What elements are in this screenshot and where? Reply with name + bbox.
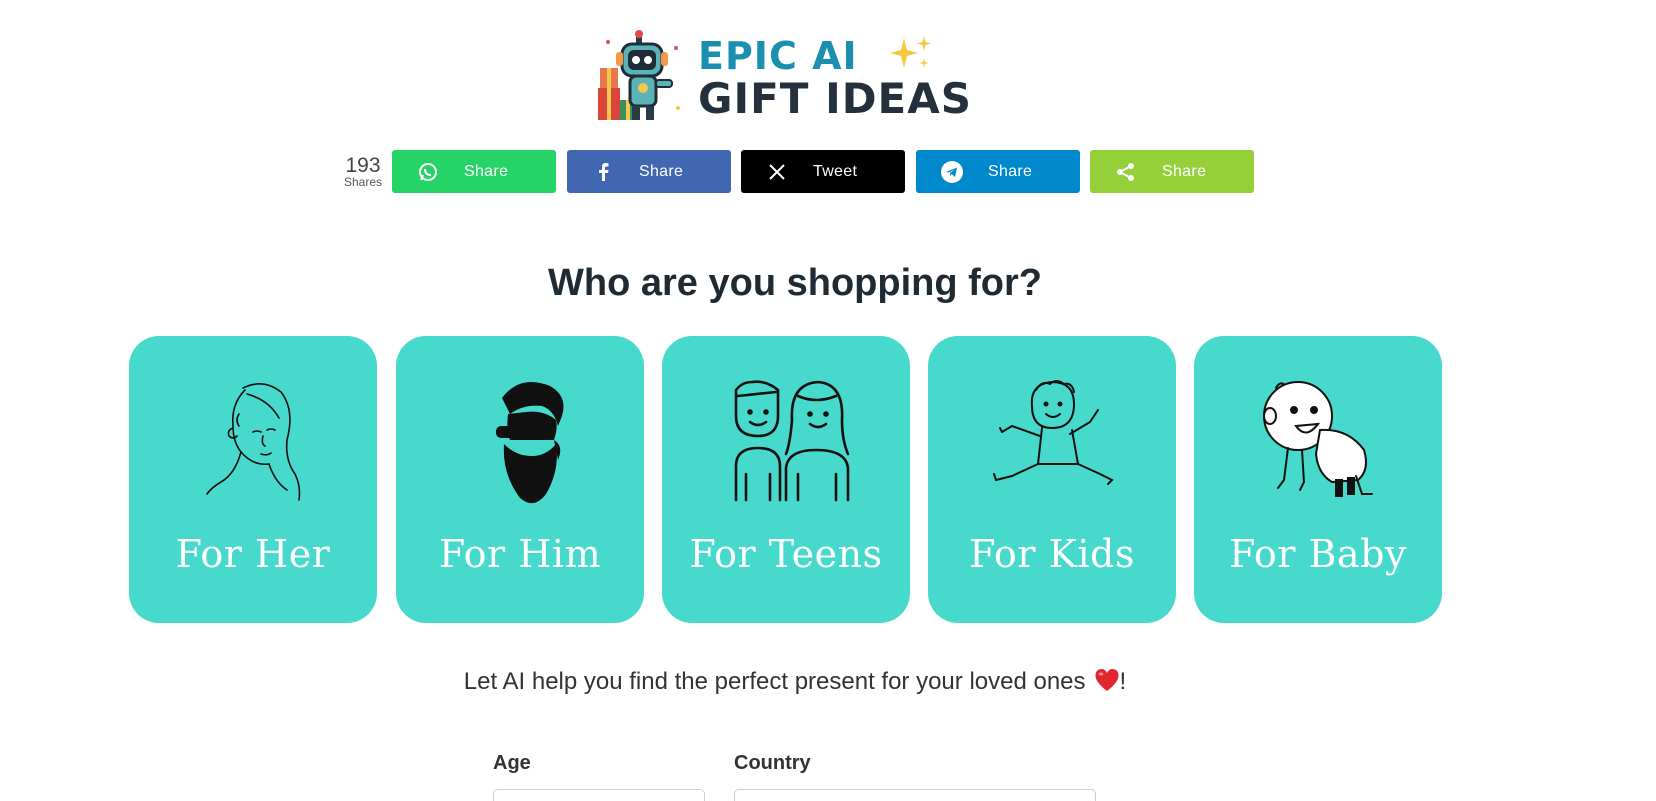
age-input[interactable] <box>493 789 705 801</box>
category-card-for-her[interactable]: For Her <box>129 336 377 623</box>
sharethis-share-label: Share <box>1162 162 1207 180</box>
tagline-text: Let AI help you find the perfect present… <box>463 668 1086 695</box>
country-label: Country <box>734 752 811 774</box>
teens-pair-icon <box>734 380 850 502</box>
bearded-man-sunglasses-icon <box>496 382 564 504</box>
robot-mascot-icon <box>598 30 680 120</box>
share-counter: 193 Shares <box>338 154 388 189</box>
category-label-for-him: For Him <box>438 532 602 576</box>
category-card-for-kids[interactable]: For Kids <box>928 336 1176 623</box>
category-card-for-baby[interactable]: For Baby <box>1194 336 1442 623</box>
age-label: Age <box>493 752 531 774</box>
sparkle-icon <box>890 36 931 68</box>
page-heading: Who are you shopping for? <box>548 262 1042 304</box>
country-select[interactable] <box>734 789 1096 801</box>
facebook-share-button[interactable]: Share <box>567 150 731 193</box>
crawling-baby-icon <box>1263 381 1373 497</box>
share-icon <box>1090 162 1162 182</box>
whatsapp-icon <box>392 162 464 182</box>
telegram-share-label: Share <box>988 162 1033 180</box>
x-tweet-button[interactable]: Tweet <box>741 150 905 193</box>
jumping-kid-icon <box>993 380 1114 485</box>
category-label-for-baby: For Baby <box>1229 532 1407 576</box>
category-label-for-teens: For Teens <box>689 532 883 576</box>
facebook-share-label: Share <box>639 162 684 180</box>
telegram-share-button[interactable]: Share <box>916 150 1080 193</box>
logo-text-line1: EPIC AI <box>698 34 858 78</box>
woman-line-art-icon <box>206 383 301 501</box>
site-logo[interactable]: EPIC AI GIFT IDEAS <box>596 30 996 123</box>
category-label-for-kids: For Kids <box>969 532 1135 576</box>
tagline-suffix: ! <box>1119 668 1127 695</box>
share-count-number: 193 <box>345 154 381 177</box>
x-icon <box>741 163 813 180</box>
whatsapp-share-label: Share <box>464 162 509 180</box>
share-count-label: Shares <box>343 175 383 189</box>
heart-icon <box>1094 668 1120 699</box>
logo-text-line2: GIFT IDEAS <box>698 74 972 123</box>
telegram-icon <box>916 160 988 183</box>
category-label-for-her: For Her <box>175 532 331 576</box>
facebook-icon <box>567 162 639 181</box>
sharethis-share-button[interactable]: Share <box>1090 150 1254 193</box>
tagline: Let AI help you find the perfect present… <box>0 668 1590 699</box>
category-card-for-teens[interactable]: For Teens <box>662 336 910 623</box>
whatsapp-share-button[interactable]: Share <box>392 150 556 193</box>
category-card-for-him[interactable]: For Him <box>396 336 644 623</box>
x-tweet-label: Tweet <box>813 162 858 180</box>
